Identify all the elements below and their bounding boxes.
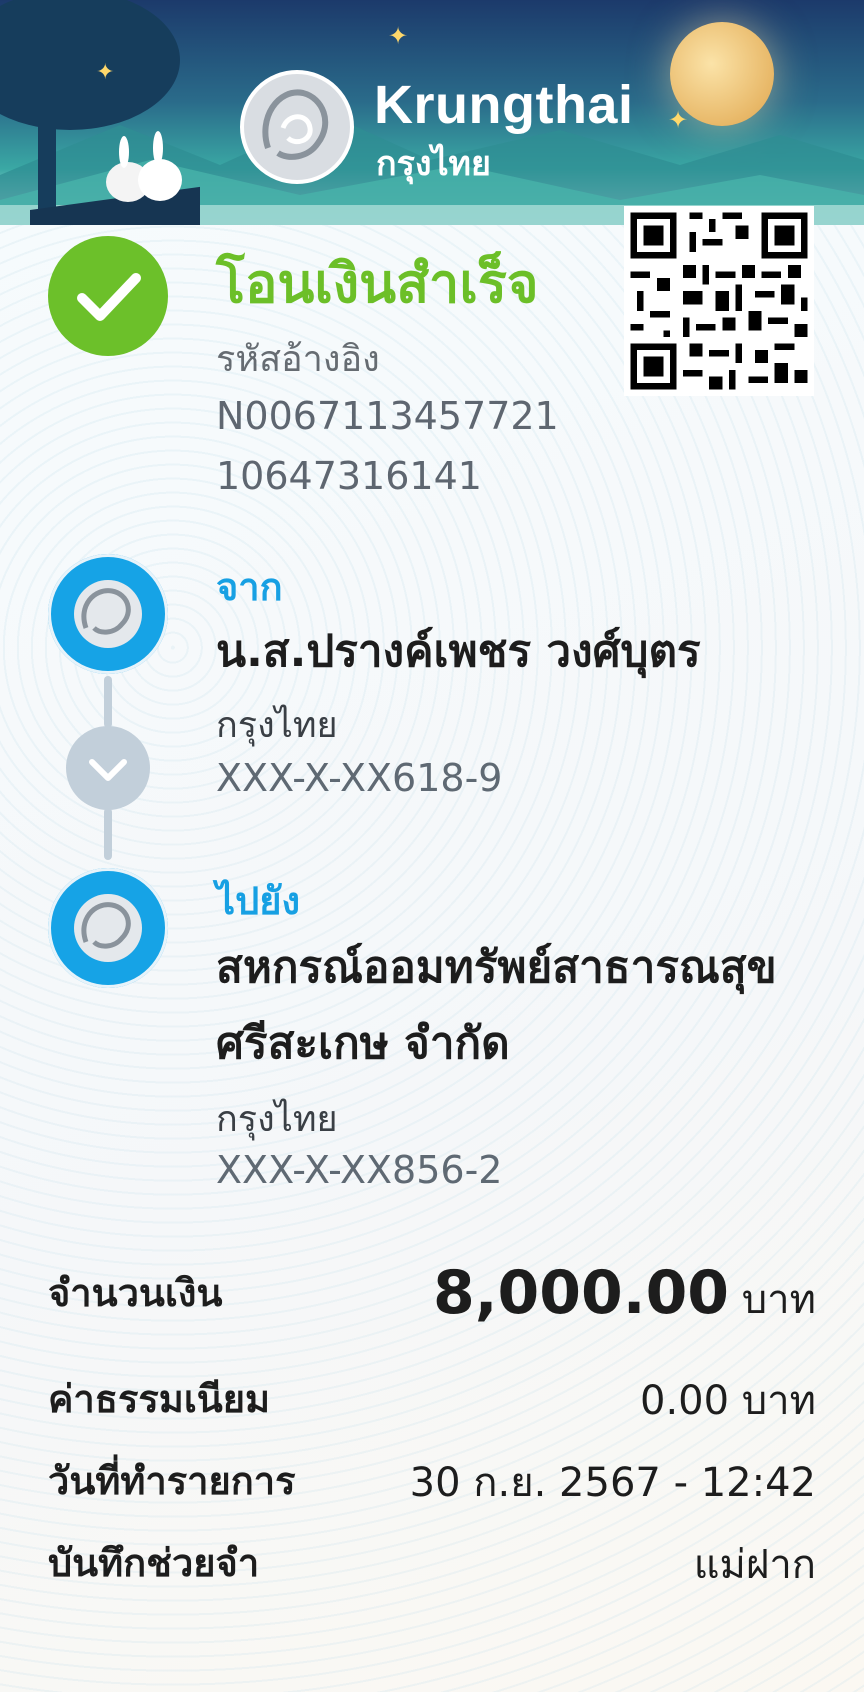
amount-label: จำนวนเงิน (48, 1271, 223, 1315)
receiver-name: สหกรณ์ออมทรัพย์สาธารณสุขศรีสะเกษ จำกัด (216, 942, 777, 1069)
connector-line (104, 676, 112, 728)
reference-label: รหัสอ้างอิง (216, 339, 380, 380)
receiver-account: XXX-X-XX856-2 (216, 1148, 503, 1192)
receiver-bank: กรุงไทย (216, 1099, 338, 1140)
sender-account: XXX-X-XX618-9 (216, 756, 503, 800)
amount-value: 8,000.00 (432, 1258, 730, 1328)
qr-code-icon[interactable] (624, 206, 814, 396)
to-label: ไปยัง (216, 879, 301, 923)
fee-label: ค่าธรรมเนียม (48, 1377, 271, 1421)
sender-name: น.ส.ปรางค์เพชร วงศ์บุตร (216, 626, 701, 677)
fee-value: 0.00 บาท (640, 1378, 816, 1424)
from-label: จาก (216, 565, 283, 609)
connector-line (104, 808, 112, 860)
amount-unit: บาท (741, 1277, 816, 1323)
reference-number: N006711345772110647316141 (216, 394, 559, 498)
transfer-success-title: โอนเงินสำเร็จ (216, 252, 539, 315)
krungthai-logo-icon (74, 894, 142, 962)
krungthai-logo-icon (74, 580, 142, 648)
transaction-date-value: 30 ก.ย. 2567 - 12:42 (409, 1460, 816, 1506)
chevron-down-icon (66, 726, 150, 810)
amount-row-value: 8,000.00 บาท (433, 1258, 816, 1331)
memo-label: บันทึกช่วยจำ (48, 1541, 260, 1585)
sender-bank: กรุงไทย (216, 705, 338, 746)
success-check-icon (48, 236, 168, 356)
memo-value: แม่ฝาก (693, 1542, 816, 1588)
sender-bank-avatar (48, 554, 168, 674)
receiver-bank-avatar (48, 868, 168, 988)
transaction-date-label: วันที่ทำรายการ (48, 1459, 296, 1503)
